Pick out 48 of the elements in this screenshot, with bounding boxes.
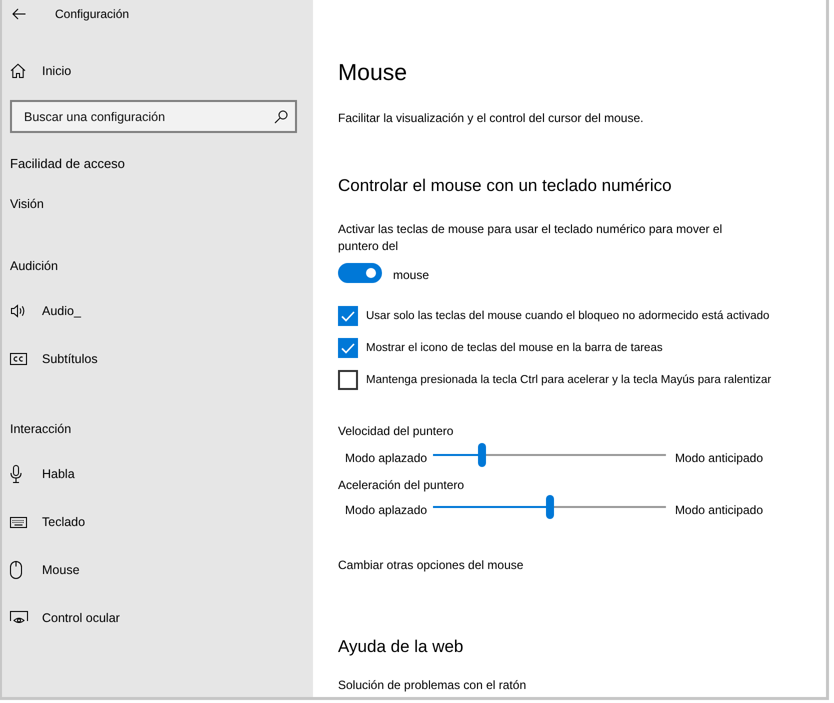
nav-group-heading: Interacción — [10, 421, 72, 438]
slider-thumb[interactable] — [546, 495, 554, 519]
section-title: Facilidad de acceso — [10, 155, 125, 173]
speaker-icon — [10, 304, 26, 318]
checkbox-label[interactable]: Mantenga presionada la tecla Ctrl para acelerar y la tecla Mayús para ralentizar — [366, 372, 772, 388]
mouse-icon — [10, 561, 22, 579]
slider-max-label: Modo anticipado — [674, 502, 763, 518]
slider-label: Aceleración del puntero — [338, 477, 464, 493]
section-heading: Controlar el mouse con un teclado numérico — [338, 175, 672, 197]
slider-thumb[interactable] — [478, 443, 486, 467]
slider-label: Velocidad del puntero — [338, 423, 454, 439]
setting-description: Activar las teclas de mouse para usar el teclado numérico para mover el puntero del — [338, 221, 724, 255]
nav-item[interactable]: Control ocular — [10, 594, 120, 642]
nav-item[interactable]: Teclado — [10, 498, 86, 546]
closed-captions-icon — [10, 353, 27, 365]
nav-item[interactable]: Audio_ — [10, 287, 81, 335]
eye-control-icon — [10, 611, 28, 625]
search-icon — [274, 110, 288, 124]
checkbox-label[interactable]: Usar solo las teclas del mouse cuando el bloqueo no adormecido está activado — [366, 308, 770, 324]
back-arrow-icon — [12, 8, 26, 20]
nav-item[interactable]: Habla — [10, 450, 75, 498]
settings-link[interactable]: Cambiar otras opciones del mouse — [338, 557, 524, 573]
slider-min-label: Modo aplazado — [345, 450, 428, 466]
checkmark-icon — [341, 342, 355, 354]
slider-min-label: Modo aplazado — [345, 502, 428, 518]
keyboard-icon — [10, 516, 27, 528]
checkmark-icon — [341, 310, 355, 322]
microphone-icon — [10, 465, 22, 483]
search-field[interactable]: Buscar una configuración — [10, 100, 297, 133]
home-link[interactable]: Inicio — [10, 51, 72, 91]
toggle-label: mouse — [393, 267, 430, 283]
back-button[interactable] — [10, 6, 28, 22]
checkbox-label[interactable]: Mostrar el icono de teclas del mouse en la barra de tareas — [366, 340, 663, 356]
window-title: Configuración — [55, 6, 130, 22]
toggle-switch[interactable] — [338, 263, 382, 283]
nav-group-heading: Audición — [10, 258, 58, 275]
checkbox[interactable] — [338, 338, 358, 358]
home-icon — [10, 63, 26, 79]
page-description: Facilitar la visualización y el control del cursor del mouse. — [338, 110, 644, 126]
nav-item[interactable]: Subtítulos — [10, 335, 98, 383]
checkbox[interactable] — [338, 370, 358, 390]
slider-max-label: Modo anticipado — [674, 450, 763, 466]
section-heading: Ayuda de la web — [338, 636, 464, 658]
help-link[interactable]: Solución de problemas con el ratón — [338, 677, 526, 693]
checkbox[interactable] — [338, 306, 358, 326]
nav-item[interactable]: Mouse — [10, 546, 80, 594]
page-title: Mouse — [338, 58, 408, 86]
nav-group-heading: Visión — [10, 196, 44, 213]
